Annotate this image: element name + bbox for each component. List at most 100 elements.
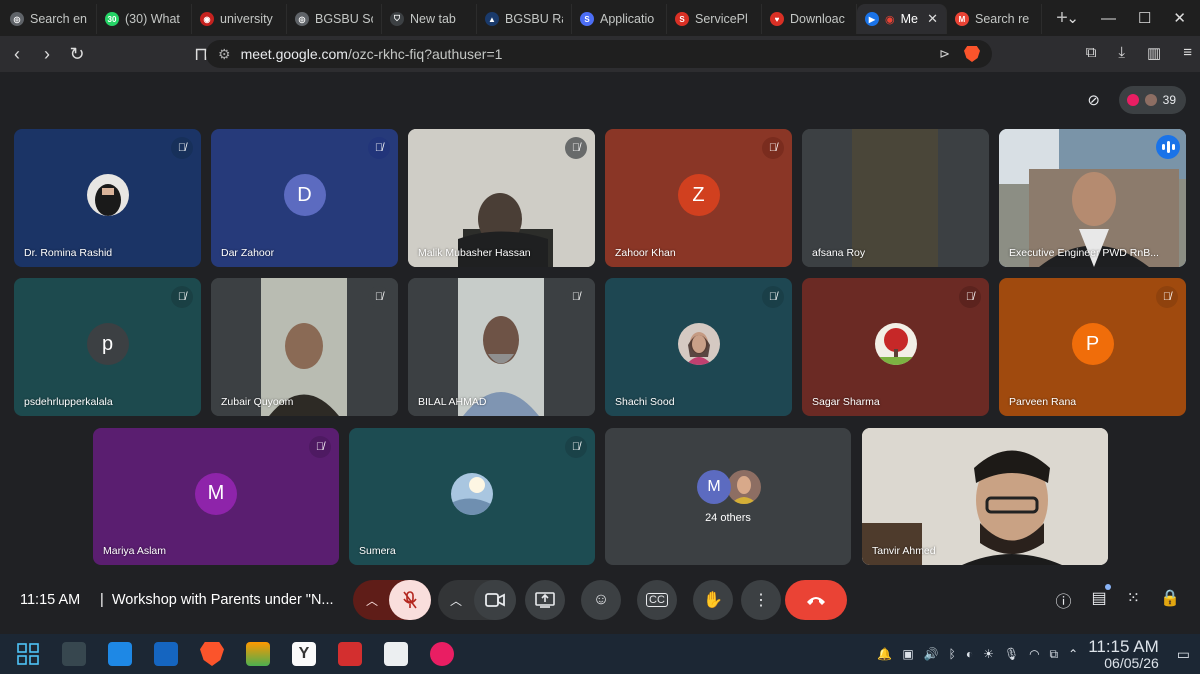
title-separator: |	[100, 592, 104, 608]
back-arrow-icon[interactable]: ‹	[4, 44, 30, 65]
screen-share-icon[interactable]: ⧉	[1050, 647, 1059, 662]
maximize-icon[interactable]: ☐	[1138, 9, 1151, 27]
taskbar-layers-app[interactable]	[240, 636, 276, 672]
taskbar-files-app[interactable]	[148, 636, 184, 672]
others-count-label: 24 others	[705, 512, 751, 524]
taskbar-document-app[interactable]	[378, 636, 414, 672]
emoji-icon: ☺	[592, 591, 610, 608]
tab-new-tab[interactable]: ⛉ New tab	[382, 4, 477, 34]
participant-tile[interactable]: 🎙̸ Sagar Sharma	[802, 278, 989, 416]
system-clock[interactable]: 11:15 AM 06/05/26	[1088, 636, 1159, 671]
tab-application[interactable]: S Applicatio	[572, 4, 667, 34]
microphone-icon[interactable]: 🎙	[1004, 647, 1019, 661]
mic-off-icon: 🎙̸	[565, 137, 587, 159]
minimize-icon[interactable]: —	[1101, 10, 1116, 27]
tab-bgsbu-ra[interactable]: ▲ BGSBU Ra	[477, 4, 572, 34]
tab-search-en[interactable]: ◎ Search en	[2, 4, 97, 34]
video-options-chevron-icon[interactable]: ︿	[438, 592, 474, 609]
tab-download[interactable]: ♥ Downloac	[762, 4, 857, 34]
forward-arrow-icon[interactable]: ›	[34, 44, 60, 65]
taskbar-pdf-app[interactable]	[332, 636, 368, 672]
menu-icon[interactable]: ≡	[1183, 44, 1192, 62]
brightness-icon[interactable]: ☀	[983, 647, 994, 661]
start-menu-button[interactable]	[10, 636, 46, 672]
browser-tab-strip: ◎ Search en 30 (30) What ◉ university ◎ BGSB…	[0, 0, 1200, 36]
meeting-details-icon[interactable]: ⓘ	[1056, 588, 1072, 612]
participant-tile[interactable]: 🎙̸ Shachi Sood	[605, 278, 792, 416]
wifi-icon[interactable]: ◠	[1029, 647, 1039, 661]
chat-icon: ▤	[1091, 590, 1107, 607]
taskbar-store-app[interactable]	[102, 636, 138, 672]
notification-bell-icon[interactable]: 🔔	[877, 647, 892, 661]
close-tab-icon[interactable]: ✕	[927, 11, 938, 27]
show-desktop-icon[interactable]: ▭	[1177, 646, 1190, 663]
folder-app-icon	[154, 642, 178, 666]
clock-time: 11:15 AM	[1088, 636, 1159, 656]
vpn-icon[interactable]: ◐	[966, 647, 973, 661]
participant-tile[interactable]: 🎙̸ Sumera	[349, 428, 595, 565]
participant-tile-active-speaker[interactable]: Executive Engineer PWD RnB...	[999, 129, 1186, 267]
tab-search-chevron-icon[interactable]: ⌄	[1066, 9, 1079, 27]
taskbar-settings-app[interactable]	[56, 636, 92, 672]
present-screen-button[interactable]	[525, 580, 565, 620]
tab-university[interactable]: ◉ university	[192, 4, 287, 34]
tab-bgsbu-sc[interactable]: ◎ BGSBU Sc	[287, 4, 382, 34]
address-bar[interactable]: ⚙ meet.google.com/ozc-rkhc-fiq?authuser=…	[206, 40, 992, 68]
participant-tile[interactable]: afsana Roy	[802, 129, 989, 267]
camera-button[interactable]	[474, 580, 516, 620]
brave-shields-icon[interactable]	[964, 46, 980, 62]
site-settings-icon[interactable]: ⚙	[218, 46, 231, 63]
tab-serviceplus[interactable]: S ServicePl	[667, 4, 762, 34]
participant-tile[interactable]: 🎙̸ Zubair Quyoom	[211, 278, 398, 416]
mic-off-button[interactable]	[389, 580, 431, 620]
taskbar-brave-app[interactable]	[194, 636, 230, 672]
participant-name: Malik Mubasher Hassan	[418, 247, 531, 259]
participant-tile[interactable]: 🎙̸ Malik Mubasher Hassan	[408, 129, 595, 267]
volume-icon[interactable]: 🔊	[924, 647, 939, 661]
tab-meet-active[interactable]: ▶ ◉ Me ✕	[857, 4, 947, 34]
captions-button[interactable]: CC	[637, 580, 677, 620]
window-controls: ⌄ — ☐ ✕	[1066, 0, 1200, 36]
captions-icon: CC	[646, 593, 668, 607]
others-tile[interactable]: M 24 others	[605, 428, 851, 565]
sidebar-icon[interactable]: ▥	[1147, 44, 1161, 62]
send-to-devices-icon[interactable]: ⊳	[939, 46, 950, 62]
meet-side-tools: ⓘ ▤ ⁙ 🔒	[1056, 584, 1180, 612]
participant-tile[interactable]: M 🎙̸ Mariya Aslam	[93, 428, 339, 565]
tab-whatsapp[interactable]: 30 (30) What	[97, 4, 192, 34]
microphone-control: ︿	[353, 580, 431, 620]
reactions-button[interactable]: ☺	[581, 580, 621, 620]
participant-tile[interactable]: 🎙̸ Dr. Romina Rashid	[14, 129, 201, 267]
camera-off-indicator-icon[interactable]: ⊘	[1079, 86, 1109, 114]
s-favicon-icon: S	[580, 12, 594, 26]
reload-icon[interactable]: ↻	[64, 44, 90, 65]
chat-button[interactable]: ▤	[1091, 584, 1111, 612]
taskbar-chat-app[interactable]	[424, 636, 460, 672]
participant-tile[interactable]: Tanvir Ahmed	[862, 428, 1108, 565]
bluetooth-icon[interactable]: ᛒ	[949, 647, 956, 661]
more-options-button[interactable]: ⋮	[741, 580, 781, 620]
leave-call-button[interactable]	[785, 580, 847, 620]
participant-tile[interactable]: Z 🎙̸ Zahoor Khan	[605, 129, 792, 267]
meeting-title[interactable]: | Workshop with Parents under "N...	[100, 592, 334, 608]
audio-options-chevron-icon[interactable]: ︿	[353, 580, 391, 620]
taskbar-vim-app[interactable]: Y	[286, 636, 322, 672]
downloads-icon[interactable]: ⤓	[1118, 44, 1125, 62]
host-controls-icon[interactable]: 🔒	[1160, 588, 1180, 612]
clipboard-icon[interactable]: ▣	[902, 647, 913, 661]
clock-date: 06/05/26	[1104, 654, 1159, 671]
raise-hand-button[interactable]: ✋	[693, 580, 733, 620]
close-window-icon[interactable]: ✕	[1173, 9, 1186, 27]
tab-gmail-search[interactable]: M Search re	[947, 4, 1042, 34]
activities-icon[interactable]: ⁙	[1127, 588, 1140, 612]
participant-tile[interactable]: P 🎙̸ Parveen Rana	[999, 278, 1186, 416]
participants-button[interactable]: 39	[1118, 86, 1186, 114]
url-host: meet.google.com	[240, 46, 348, 62]
participant-tile[interactable]: D 🎙̸ Dar Zahoor	[211, 129, 398, 267]
chevron-up-icon[interactable]: ⌃	[1068, 647, 1078, 661]
bgsbu-favicon-icon: ▲	[485, 12, 499, 26]
screenshot-icon[interactable]: ⧉	[1086, 44, 1097, 62]
participant-tile[interactable]: p 🎙̸ psdehrlupperkalala	[14, 278, 201, 416]
mic-off-icon: 🎙̸	[1156, 286, 1178, 308]
participant-tile[interactable]: 🎙̸ BILAL AHMAD	[408, 278, 595, 416]
